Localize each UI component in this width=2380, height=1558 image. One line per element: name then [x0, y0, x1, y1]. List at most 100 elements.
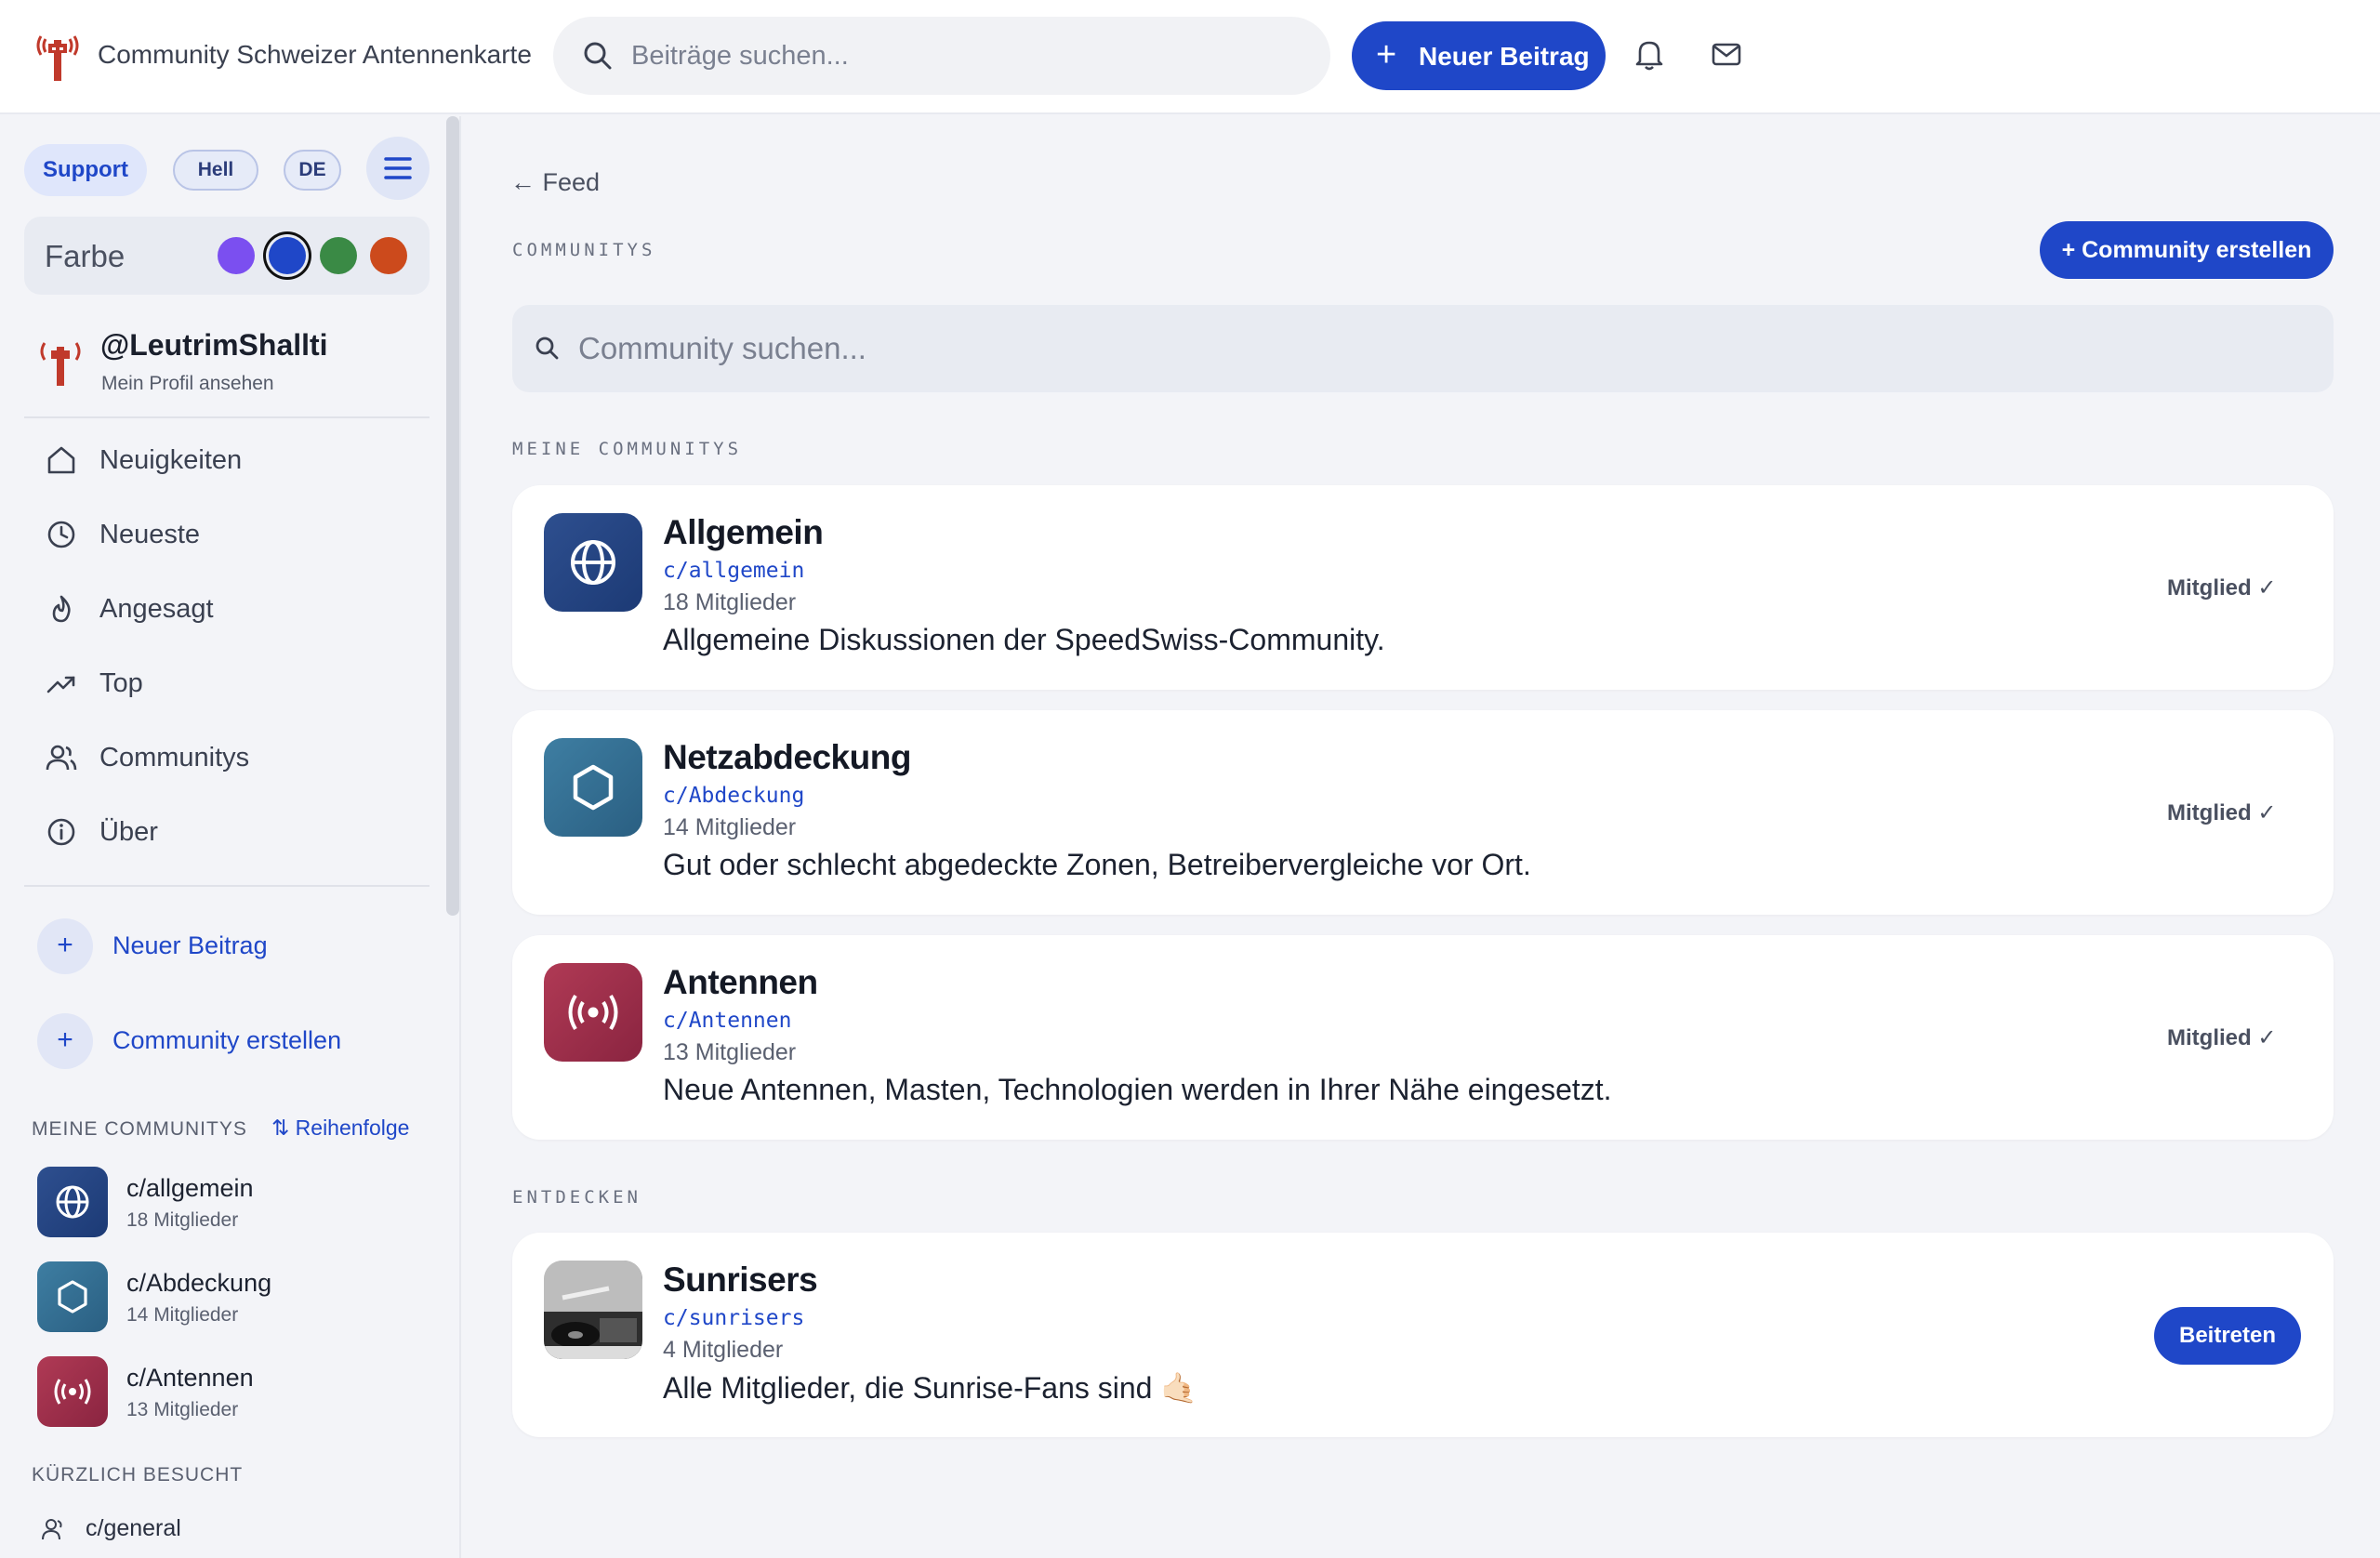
color-swatch-purple[interactable]	[218, 237, 255, 274]
menu-button[interactable]	[366, 137, 430, 200]
community-avatar	[544, 963, 642, 1062]
community-card-sunrisers[interactable]: Sunrisers c/sunrisers 4 Mitglieder Alle …	[512, 1233, 2334, 1437]
sidebar-community-antennen[interactable]: c/Antennen 13 Mitglieder	[37, 1356, 428, 1433]
page-title: COMMUNITYS	[512, 240, 656, 260]
community-name[interactable]: Sunrisers	[663, 1261, 818, 1300]
plus-icon: +	[37, 918, 93, 974]
nav-item-neueste[interactable]: Neueste	[0, 501, 446, 568]
nav-label: Communitys	[99, 743, 250, 772]
support-button[interactable]: Support	[24, 144, 147, 196]
nav-item-neuigkeiten[interactable]: Neuigkeiten	[0, 427, 446, 494]
broadcast-icon	[54, 1379, 91, 1405]
community-slug[interactable]: c/allgemein	[663, 559, 804, 583]
theme-toggle[interactable]: Hell	[173, 150, 258, 191]
community-members: 13 Mitglieder	[126, 1399, 239, 1420]
profile-avatar[interactable]	[39, 336, 82, 388]
nav-label: Neuigkeiten	[99, 445, 243, 475]
recent-community-name: c/general	[86, 1515, 181, 1541]
community-members: 18 Mitglieder	[126, 1209, 239, 1231]
antenna-logo[interactable]	[35, 31, 80, 83]
app-title[interactable]: Community Schweizer Antennenkarte	[98, 40, 532, 70]
search-icon	[536, 337, 559, 360]
back-to-feed-link[interactable]: ← Feed	[510, 168, 600, 197]
sidebar: Support Hell DE Farbe @LeutrimShallti Me…	[0, 116, 461, 1558]
mail-icon[interactable]	[1708, 35, 1745, 73]
community-search-placeholder: Community suchen...	[578, 331, 866, 365]
reorder-button[interactable]: ⇅ Reihenfolge	[271, 1116, 409, 1141]
sidebar-create-community-button[interactable]: + Community erstellen	[37, 1008, 428, 1075]
color-swatch-blue[interactable]	[269, 237, 306, 274]
language-toggle[interactable]: DE	[284, 150, 341, 191]
post-search-input[interactable]: Beiträge suchen...	[553, 17, 1330, 95]
color-swatch-orange[interactable]	[370, 237, 407, 274]
community-members: 4 Mitglieder	[663, 1337, 784, 1363]
hexagon-icon	[573, 764, 614, 811]
divider	[24, 416, 430, 418]
action-label: Community erstellen	[112, 1026, 342, 1054]
globe-icon	[571, 540, 615, 585]
sidebar-community-allgemein[interactable]: c/allgemein 18 Mitglieder	[37, 1167, 428, 1243]
plus-icon: +	[37, 1013, 93, 1069]
community-members: 13 Mitglieder	[663, 1039, 797, 1065]
member-status[interactable]: Mitglied ✓	[2167, 799, 2276, 826]
nav-label: Top	[99, 668, 143, 698]
community-name[interactable]: Allgemein	[663, 513, 824, 552]
community-photo	[544, 1261, 642, 1359]
bell-icon[interactable]	[1631, 35, 1668, 73]
nav-item-ueber[interactable]: Über	[0, 799, 446, 865]
profile-link[interactable]: Mein Profil ansehen	[101, 373, 274, 395]
my-communities-heading: MEINE COMMUNITYS	[512, 439, 743, 459]
member-status[interactable]: Mitglied ✓	[2167, 574, 2276, 601]
community-name: c/Antennen	[126, 1364, 254, 1392]
community-avatar	[544, 738, 642, 837]
nav-item-communitys[interactable]: Communitys	[0, 724, 446, 791]
clock-icon	[47, 521, 75, 548]
create-community-button[interactable]: + Community erstellen	[2040, 221, 2334, 279]
community-description: Alle Mitglieder, die Sunrise-Fans sind 🤙…	[663, 1371, 1198, 1405]
community-slug[interactable]: c/Antennen	[663, 1009, 791, 1033]
community-description: Neue Antennen, Masten, Technologien werd…	[663, 1073, 1612, 1106]
community-avatar	[37, 1167, 108, 1237]
community-name[interactable]: Netzabdeckung	[663, 738, 911, 777]
broadcast-icon	[568, 994, 618, 1031]
community-name: c/allgemein	[126, 1174, 254, 1202]
community-slug[interactable]: c/Abdeckung	[663, 784, 804, 808]
nav-label: Angesagt	[99, 594, 214, 624]
community-card-allgemein[interactable]: Allgemein c/allgemein 18 Mitglieder Allg…	[512, 485, 2334, 690]
color-swatch-green[interactable]	[320, 237, 357, 274]
new-post-label: Neuer Beitrag	[1419, 42, 1590, 71]
community-name[interactable]: Antennen	[663, 963, 818, 1002]
profile-handle[interactable]: @LeutrimShallti	[100, 328, 328, 363]
community-members: 18 Mitglieder	[663, 589, 797, 615]
my-communities-heading: MEINE COMMUNITYS	[32, 1118, 247, 1140]
info-icon	[47, 818, 75, 846]
users-icon	[46, 745, 77, 771]
recent-heading: KÜRZLICH BESUCHT	[32, 1464, 244, 1485]
community-members: 14 Mitglieder	[663, 814, 797, 840]
community-avatar	[37, 1261, 108, 1332]
divider	[24, 885, 430, 887]
nav-label: Über	[99, 817, 158, 847]
community-description: Gut oder schlecht abgedeckte Zonen, Betr…	[663, 848, 1531, 881]
nav-item-top[interactable]: Top	[0, 650, 446, 717]
plus-icon: +	[1376, 35, 1397, 74]
community-description: Allgemeine Diskussionen der SpeedSwiss-C…	[663, 623, 1385, 656]
community-card-netzabdeckung[interactable]: Netzabdeckung c/Abdeckung 14 Mitglieder …	[512, 710, 2334, 915]
new-post-button[interactable]: + Neuer Beitrag	[1352, 21, 1606, 90]
community-avatar	[37, 1356, 108, 1427]
community-search-input[interactable]: Community suchen...	[512, 305, 2334, 392]
nav-item-angesagt[interactable]: Angesagt	[0, 575, 446, 642]
sidebar-community-abdeckung[interactable]: c/Abdeckung 14 Mitglieder	[37, 1261, 428, 1338]
member-status[interactable]: Mitglied ✓	[2167, 1024, 2276, 1051]
community-card-antennen[interactable]: Antennen c/Antennen 13 Mitglieder Neue A…	[512, 935, 2334, 1140]
nav-label: Neueste	[99, 520, 201, 549]
discover-heading: ENTDECKEN	[512, 1187, 641, 1208]
sidebar-scrollbar[interactable]	[446, 116, 459, 916]
join-button[interactable]: Beitreten	[2154, 1307, 2301, 1365]
sidebar-new-post-button[interactable]: + Neuer Beitrag	[37, 913, 428, 980]
community-slug[interactable]: c/sunrisers	[663, 1306, 804, 1330]
community-members: 14 Mitglieder	[126, 1304, 239, 1326]
recent-community-general[interactable]: c/general	[41, 1512, 431, 1549]
flame-icon	[52, 595, 71, 623]
community-name: c/Abdeckung	[126, 1269, 272, 1297]
